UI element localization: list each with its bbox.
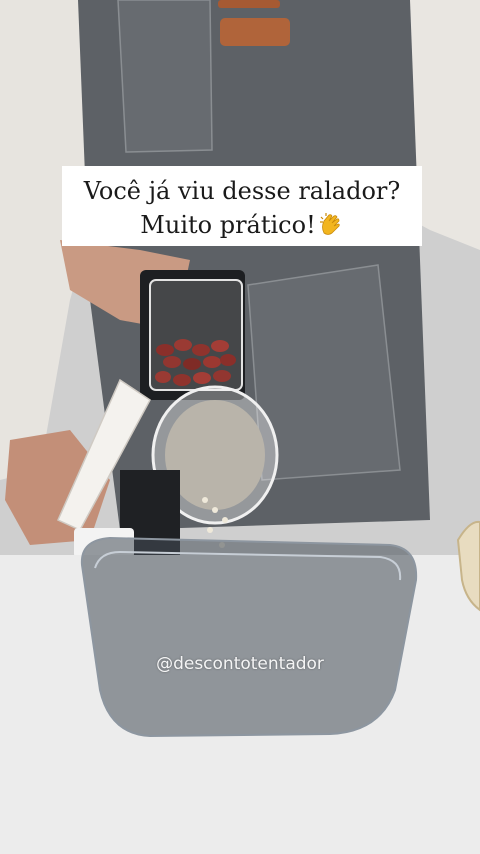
apron-strap-leather-top (218, 0, 280, 8)
apron-top-pocket (117, 0, 213, 153)
glass-bowl (80, 536, 418, 738)
caption-line-2: Muito prático! (68, 208, 416, 242)
video-frame: Você já viu desse ralador? Muito prático… (0, 0, 480, 854)
caption-box: Você já viu desse ralador? Muito prático… (62, 166, 422, 246)
caption-line-1: Você já viu desse ralador? (83, 177, 401, 205)
peanuts (155, 339, 236, 386)
clapping-hands-icon (319, 213, 340, 235)
caption-line-2-text: Muito prático! (140, 211, 316, 239)
apron-strap-leather (220, 18, 290, 46)
watermark-handle: @descontotentador (156, 654, 324, 674)
kitchen-scene-photo (0, 0, 480, 854)
